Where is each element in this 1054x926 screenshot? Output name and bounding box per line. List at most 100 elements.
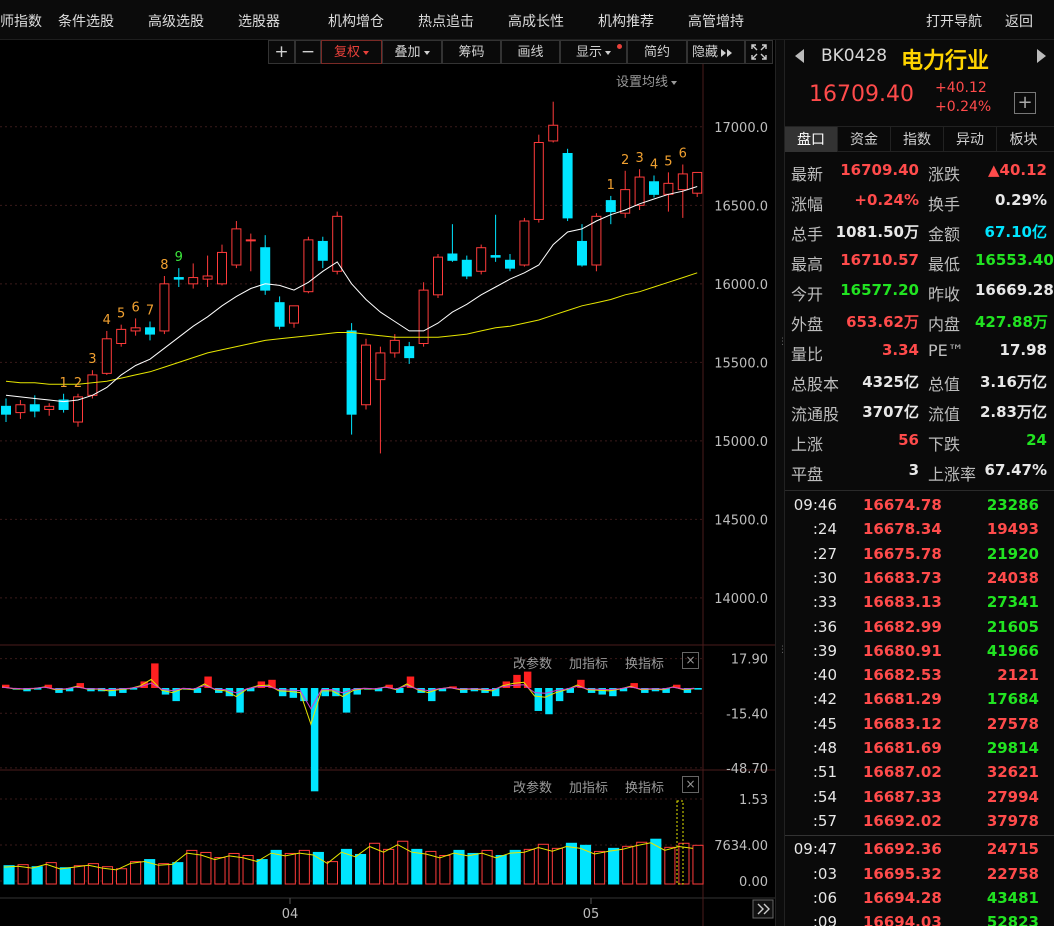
overlay-dropdown[interactable]: 叠加 <box>382 40 442 64</box>
quote-label: 最低 <box>928 255 961 274</box>
quote-label: 总手 <box>791 225 824 244</box>
tick-volume: 27994 <box>986 787 1039 806</box>
quote-value: 67.47% <box>984 461 1047 479</box>
volume-bar <box>551 847 563 885</box>
volume-bar <box>270 849 282 885</box>
volume-bar <box>326 861 339 885</box>
menu-master-index[interactable]: 师指数 <box>0 0 42 40</box>
overlay-label: 叠加 <box>394 45 421 60</box>
tab-funds[interactable]: 资金 <box>838 127 891 152</box>
indicator-bar <box>513 674 521 688</box>
volume-bar <box>664 846 676 885</box>
zoom-in-button[interactable]: + <box>268 40 295 64</box>
td-count-label: 9 <box>175 250 183 265</box>
tick-volume: 27578 <box>986 714 1039 733</box>
tick-volume: 2121 <box>997 666 1039 685</box>
tick-time: :09 <box>812 913 837 926</box>
tick-volume: 41966 <box>986 641 1039 660</box>
current-price: 16709.40 <box>809 82 914 107</box>
change-param-button[interactable]: 改参数 <box>513 777 552 796</box>
tick-price: 16692.02 <box>863 811 942 830</box>
zoom-out-button[interactable]: − <box>295 40 321 64</box>
menu-condition-select[interactable]: 条件选股 <box>58 0 114 40</box>
tab-movement[interactable]: 异动 <box>944 127 997 152</box>
tick-price: 16694.28 <box>863 888 942 907</box>
fuquan-dropdown[interactable]: 复权 <box>321 40 382 64</box>
quote-label: 涨跌 <box>928 165 961 184</box>
prev-stock-arrow-icon[interactable] <box>795 49 804 63</box>
candle-body <box>519 220 530 266</box>
quote-value: 16710.57 <box>840 251 919 269</box>
candle-body <box>677 173 688 191</box>
menu-institution-recommend[interactable]: 机构推荐 <box>598 0 654 40</box>
candle-body <box>634 176 645 206</box>
tick-volume: 22758 <box>986 864 1039 883</box>
price-tick-label: 17000.0 <box>714 121 768 136</box>
chips-button[interactable]: 筹码 <box>442 40 501 64</box>
panel-splitter[interactable]: ⋮ ⋮ <box>775 40 787 926</box>
display-dropdown[interactable]: 显示 <box>560 40 627 64</box>
menu-stock-screener[interactable]: 选股器 <box>238 0 280 40</box>
candle-body <box>591 215 602 266</box>
candle-body <box>29 404 40 412</box>
volume-bar <box>369 842 381 885</box>
kline-chart-svg[interactable]: 17000.0 16500.0 16000.0 15500.0 15000.0 14500… <box>0 64 775 926</box>
td-count-label: 8 <box>160 258 168 273</box>
price-tick-label: 16000.0 <box>714 278 768 293</box>
quote-value: 3.16万亿 <box>979 373 1047 391</box>
menu-high-growth[interactable]: 高成长性 <box>508 0 564 40</box>
tick-time: :39 <box>812 641 837 660</box>
volume-tick-label: 1.53 <box>739 793 768 808</box>
hide-button[interactable]: 隐藏 <box>687 40 745 64</box>
simple-mode-button[interactable]: 简约 <box>627 40 687 64</box>
candle-body <box>476 247 487 272</box>
draw-line-button[interactable]: 画线 <box>501 40 560 64</box>
add-indicator-button[interactable]: 加指标 <box>569 653 608 672</box>
quote-value: 427.88万 <box>975 313 1048 331</box>
swap-indicator-button[interactable]: 换指标 <box>625 653 664 672</box>
candle-body <box>533 142 544 220</box>
close-icon[interactable]: × <box>682 652 699 669</box>
volume-bar <box>172 862 184 885</box>
tick-price: 16674.78 <box>863 496 942 514</box>
quote-value: 16669.28 <box>975 281 1054 299</box>
tab-index[interactable]: 指数 <box>891 127 944 152</box>
candle-body <box>1 405 11 415</box>
quote-value: 16709.40 <box>840 161 919 179</box>
tick-volume: 27341 <box>986 593 1039 612</box>
candle-body <box>649 181 659 195</box>
next-stock-arrow-icon[interactable] <box>1037 49 1046 63</box>
grip-icon: ⋮ <box>778 337 787 347</box>
candle-body <box>562 153 573 219</box>
add-indicator-button[interactable]: 加指标 <box>569 777 608 796</box>
quote-value: 2.83万亿 <box>979 403 1047 421</box>
tick-price: 16675.78 <box>863 544 942 563</box>
add-watchlist-button[interactable]: + <box>1014 92 1036 114</box>
volume-bar <box>298 849 310 885</box>
menu-advanced-select[interactable]: 高级选股 <box>148 0 204 40</box>
tab-sector[interactable]: 板块 <box>997 127 1050 152</box>
kline-chart-area[interactable]: 17000.0 16500.0 16000.0 15500.0 15000.0 14500… <box>0 64 775 926</box>
quote-label: PE™ <box>928 341 964 360</box>
tick-price: 16687.02 <box>863 763 942 782</box>
quote-label: 最新 <box>791 165 824 184</box>
quote-label: 涨幅 <box>791 195 824 214</box>
set-ma-button[interactable]: 设置均线 <box>616 71 678 90</box>
candle-body <box>361 344 371 406</box>
back-link[interactable]: 返回 <box>1005 0 1033 40</box>
change-param-button[interactable]: 改参数 <box>513 653 552 672</box>
volume-bar <box>509 849 521 885</box>
tab-pankou[interactable]: 盘口 <box>785 127 838 152</box>
menu-hotspot[interactable]: 热点追击 <box>418 0 474 40</box>
menu-institution-increase[interactable]: 机构增仓 <box>328 0 384 40</box>
quote-value: +0.24% <box>854 191 919 209</box>
candle-body <box>605 200 616 213</box>
indicator-bar <box>289 688 298 698</box>
candle-body <box>692 171 703 194</box>
menu-executive-increase[interactable]: 高管增持 <box>688 0 744 40</box>
grip-icon: ⋮ <box>778 645 787 655</box>
close-icon[interactable]: × <box>682 776 699 793</box>
fullscreen-button[interactable] <box>745 40 773 64</box>
open-nav-link[interactable]: 打开导航 <box>926 0 982 40</box>
swap-indicator-button[interactable]: 换指标 <box>625 777 664 796</box>
